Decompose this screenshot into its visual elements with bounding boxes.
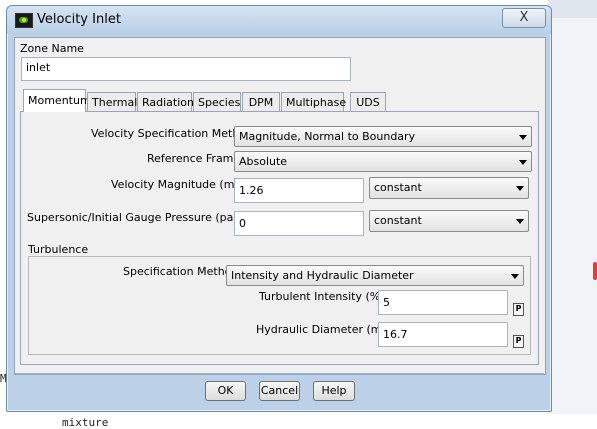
velocity-spec-value: Magnitude, Normal to Boundary [239,130,416,143]
fluent-app-icon [15,13,33,28]
background-text-bottom: mixture [62,416,109,429]
background-strip [548,0,597,18]
turbulence-spec-label: Specification Method [123,265,239,278]
tab-momentum[interactable]: Momentum [23,89,91,112]
ok-button[interactable]: OK [205,381,246,401]
gauge-pressure-profile-value: constant [374,214,422,227]
reference-frame-value: Absolute [239,155,288,168]
velocity-magnitude-profile-dropdown[interactable]: constant [369,177,529,199]
gauge-pressure-label: Supersonic/Initial Gauge Pressure (pasca… [27,211,260,224]
velocity-magnitude-label: Velocity Magnitude (m/s) [111,178,249,191]
turbulent-intensity-label: Turbulent Intensity (%) [259,290,385,303]
velocity-magnitude-input[interactable]: 1.26 [234,178,364,203]
chevron-down-icon [516,186,524,191]
background-marker [593,262,597,280]
parameter-icon[interactable]: P [513,335,524,348]
hydraulic-diameter-label: Hydraulic Diameter (mm) [256,323,397,336]
tab-thermal[interactable]: Thermal [87,92,137,111]
cancel-button[interactable]: Cancel [259,381,300,401]
gauge-pressure-input[interactable]: 0 [234,211,364,236]
zone-name-field[interactable]: inlet [21,57,351,81]
zone-name-label: Zone Name [20,42,84,55]
velocity-magnitude-profile-value: constant [374,181,422,194]
reference-frame-label: Reference Frame [147,152,241,165]
hydraulic-diameter-input[interactable]: 16.7 [378,322,508,347]
turbulence-spec-dropdown[interactable]: Intensity and Hydraulic Diameter [226,265,524,286]
window-title: Velocity Inlet [37,12,121,27]
chevron-down-icon [519,160,527,165]
title-bar[interactable]: Velocity Inlet X [7,6,551,34]
chevron-down-icon [511,274,519,279]
close-button[interactable]: X [502,8,546,28]
help-button[interactable]: Help [313,381,355,401]
gauge-pressure-profile-dropdown[interactable]: constant [369,210,529,232]
parameter-icon[interactable]: P [513,303,524,316]
tab-radiation[interactable]: Radiation [137,92,194,111]
turbulence-spec-value: Intensity and Hydraulic Diameter [231,269,414,282]
turbulent-intensity-input[interactable]: 5 [378,290,508,315]
background-console: mixture [0,414,597,429]
tab-uds[interactable]: UDS [350,92,386,111]
background-panel [548,0,597,425]
button-separator [14,373,544,374]
tab-multiphase[interactable]: Multiphase [281,92,346,111]
tab-species[interactable]: Species [193,92,241,111]
turbulence-heading: Turbulence [28,243,89,256]
reference-frame-dropdown[interactable]: Absolute [234,151,532,172]
chevron-down-icon [519,135,527,140]
velocity-spec-label: Velocity Specification Method [91,127,254,140]
tab-dpm[interactable]: DPM [242,92,280,111]
chevron-down-icon [516,219,524,224]
velocity-spec-dropdown[interactable]: Magnitude, Normal to Boundary [234,126,532,147]
